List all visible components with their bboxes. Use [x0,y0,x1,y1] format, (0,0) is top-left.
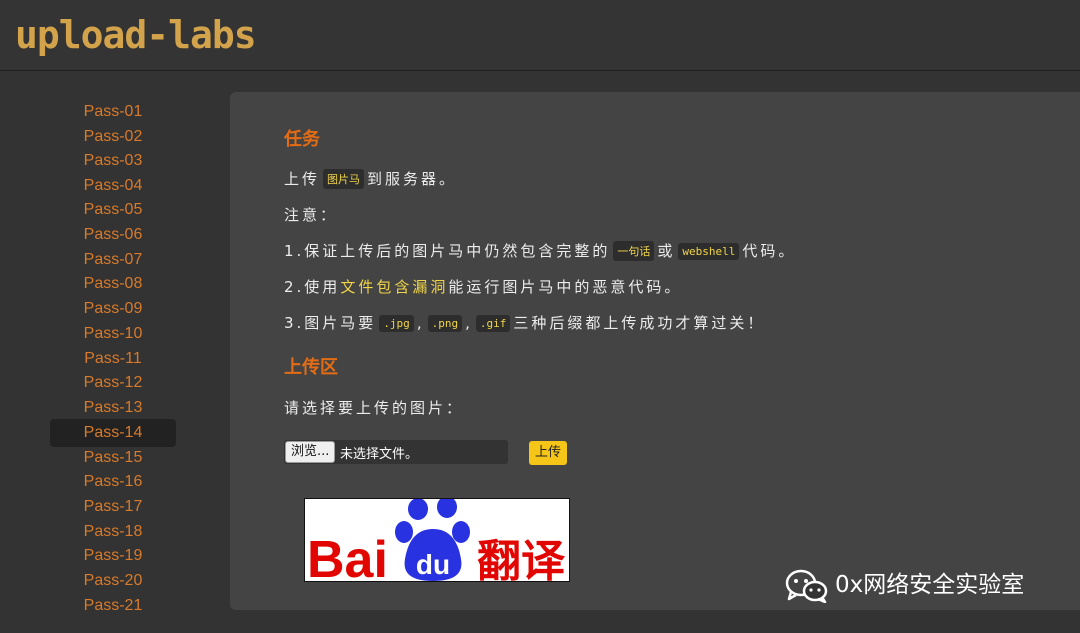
browse-button[interactable]: 浏览... [285,441,336,463]
site-logo[interactable]: upload-labs [15,13,257,57]
sidebar-item-pass-06[interactable]: Pass-06 [50,221,176,249]
code-tag-image-horse: 图片马 [323,169,365,189]
note-item-1: 1.保证上传后的图片马中仍然包含完整的 一句话或 webshell 代码。 [284,240,796,261]
code-tag-one-liner: 一句话 [613,241,655,261]
sidebar-item-pass-01[interactable]: Pass-01 [50,98,176,126]
upload-prompt: 请选择要上传的图片： [284,399,465,417]
sidebar-item-pass-19[interactable]: Pass-19 [50,542,176,570]
sidebar-item-pass-09[interactable]: Pass-09 [50,295,176,323]
logo-text-fanyi: 翻译 [477,536,566,581]
logo-text-du: du [416,549,450,580]
note-item-3: 3.图片马要 .jpg, .png, .gif 三种后缀都上传成功才算过关！ [284,312,765,333]
file-status-text: 未选择文件。 [340,447,419,462]
note-item-2: 2.使用文件包含漏洞能运行图片马中的恶意代码。 [284,276,682,297]
watermark-text: 0x网络安全实验室 [835,572,1025,598]
file-input[interactable]: 浏览... 未选择文件。 [284,440,508,464]
task-text-b: 到服务器。 [367,170,458,188]
highlight-file-inclusion: 文件包含漏洞 [340,278,449,296]
wechat-icon [785,569,828,603]
sidebar-item-pass-05[interactable]: Pass-05 [50,196,176,224]
separator: , [465,314,473,332]
separator: , [416,314,425,332]
sidebar-item-pass-21[interactable]: Pass-21 [50,592,176,620]
task-title: 任务 [284,129,320,150]
note-2-text-b: 能运行图片马中的恶意代码。 [448,278,683,296]
logo-text-bai: Bai [307,531,388,581]
note-1-text-b: 或 [657,242,676,260]
sidebar-item-pass-14[interactable]: Pass-14 [50,419,176,447]
sidebar-item-pass-13[interactable]: Pass-13 [50,394,176,422]
sidebar-item-pass-20[interactable]: Pass-20 [50,567,176,595]
note-3-text-a: 3.图片马要 [284,314,377,332]
sidebar: Pass-01 Pass-02 Pass-03 Pass-04 Pass-05 … [0,71,230,633]
sidebar-item-pass-10[interactable]: Pass-10 [50,320,176,348]
sidebar-item-pass-16[interactable]: Pass-16 [50,468,176,496]
task-description: 上传 图片马 到服务器。 [284,168,457,189]
note-2-text-a: 2.使用 [284,278,341,296]
sidebar-item-pass-08[interactable]: Pass-08 [50,270,176,298]
upload-area-title: 上传区 [284,357,338,378]
code-tag-png: .png [427,315,463,332]
code-tag-gif: .gif [475,315,511,332]
sidebar-item-pass-03[interactable]: Pass-03 [50,147,176,175]
note-label: 注意： [284,206,339,224]
task-text-a: 上传 [284,170,321,188]
main-panel: 任务 上传 图片马 到服务器。 注意： 1.保证上传后的图片马中仍然包含完整的 一句话… [230,92,1080,610]
upload-button[interactable]: 上传 [529,441,567,465]
baidu-fanyi-logo: Bai du 翻译 [305,499,569,581]
header: upload-labs [0,0,1080,71]
code-tag-webshell: webshell [678,243,740,260]
note-1-text-a: 1.保证上传后的图片马中仍然包含完整的 [284,242,611,260]
code-tag-jpg: .jpg [379,315,414,332]
uploaded-image-preview: Bai du 翻译 [304,498,570,582]
note-1-text-c: 代码。 [742,242,797,260]
sidebar-item-pass-17[interactable]: Pass-17 [50,493,176,521]
sidebar-item-pass-12[interactable]: Pass-12 [50,369,176,397]
note-3-text-b: 三种后缀都上传成功才算过关！ [513,314,766,332]
